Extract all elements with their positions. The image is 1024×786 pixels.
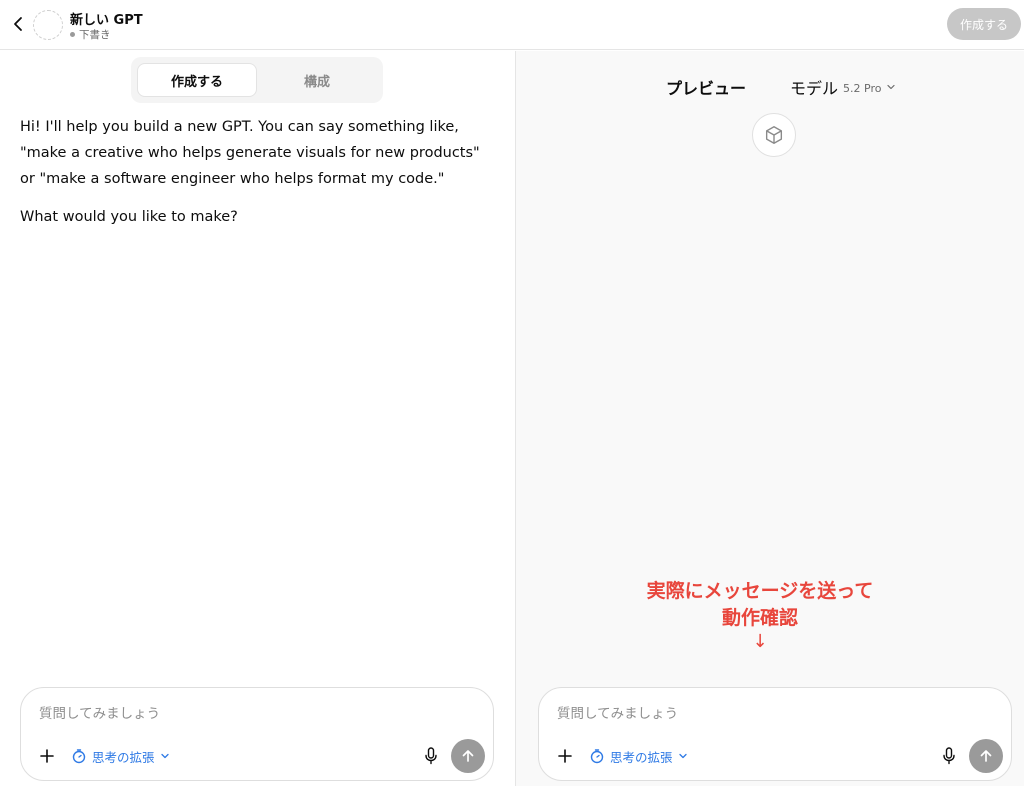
status-dot-icon — [70, 32, 75, 37]
model-label: モデル — [790, 79, 839, 98]
extended-thinking-label: 思考の拡張 — [610, 749, 673, 765]
plus-icon — [40, 749, 54, 763]
send-button[interactable] — [969, 739, 1003, 773]
draft-status-label: 下書き — [79, 29, 111, 41]
cube-icon — [765, 126, 783, 144]
annotation-text: 実際にメッセージを送って 動作確認 — [600, 578, 920, 632]
extended-thinking-label: 思考の拡張 — [92, 749, 155, 765]
message-paragraph: What would you like to make? — [20, 209, 238, 225]
builder-pane: 作成する 構成 Hi! I'll help you build a new GP… — [0, 51, 515, 786]
model-version: 5.2 Pro — [843, 81, 882, 95]
annotation-line: 実際にメッセージを送って — [646, 580, 874, 602]
extended-thinking-button[interactable]: 思考の拡張 — [589, 745, 688, 767]
chevron-down-icon — [887, 84, 896, 90]
model-selector[interactable]: モデル 5.2 Pro — [790, 75, 896, 99]
annotation-arrow: ↓ — [752, 631, 768, 652]
builder-tabs: 作成する 構成 — [131, 57, 383, 103]
create-gpt-button[interactable]: 作成する — [947, 8, 1021, 40]
gpt-avatar[interactable] — [33, 10, 63, 40]
chevron-left-icon — [14, 17, 22, 31]
timer-icon — [72, 749, 86, 764]
chevron-down-icon — [678, 753, 687, 759]
preview-message-input[interactable] — [557, 702, 977, 726]
back-button[interactable] — [8, 13, 28, 35]
chevron-down-icon — [160, 753, 169, 759]
builder-composer: 思考の拡張 — [20, 687, 494, 781]
draft-status: 下書き — [70, 27, 111, 42]
send-button[interactable] — [451, 739, 485, 773]
tab-create[interactable]: 作成する — [137, 63, 257, 97]
gpt-name: 新しい GPT — [70, 13, 143, 28]
assistant-message: Hi! I'll help you build a new GPT. You c… — [20, 114, 490, 242]
extended-thinking-button[interactable]: 思考の拡張 — [71, 745, 170, 767]
attach-button[interactable] — [555, 746, 575, 766]
tab-configure[interactable]: 構成 — [257, 63, 377, 97]
attach-button[interactable] — [37, 746, 57, 766]
plus-icon — [558, 749, 572, 763]
top-bar: 新しい GPT 下書き 作成する — [0, 0, 1024, 50]
preview-composer: 思考の拡張 — [538, 687, 1012, 781]
arrow-up-icon — [462, 750, 474, 762]
gpt-preview-avatar — [752, 113, 796, 157]
timer-icon — [590, 749, 604, 764]
preview-pane: プレビュー モデル 5.2 Pro 実際にメッセージを送って 動作確認 ↓ — [516, 51, 1024, 786]
annotation-line: 動作確認 — [721, 607, 798, 629]
arrow-up-icon — [980, 750, 992, 762]
message-paragraph: Hi! I'll help you build a new GPT. You c… — [20, 119, 480, 187]
preview-title: プレビュー — [666, 79, 747, 98]
microphone-icon — [943, 747, 955, 765]
builder-message-input[interactable] — [39, 702, 459, 726]
voice-input-button[interactable] — [940, 746, 958, 766]
voice-input-button[interactable] — [422, 746, 440, 766]
microphone-icon — [425, 747, 437, 765]
